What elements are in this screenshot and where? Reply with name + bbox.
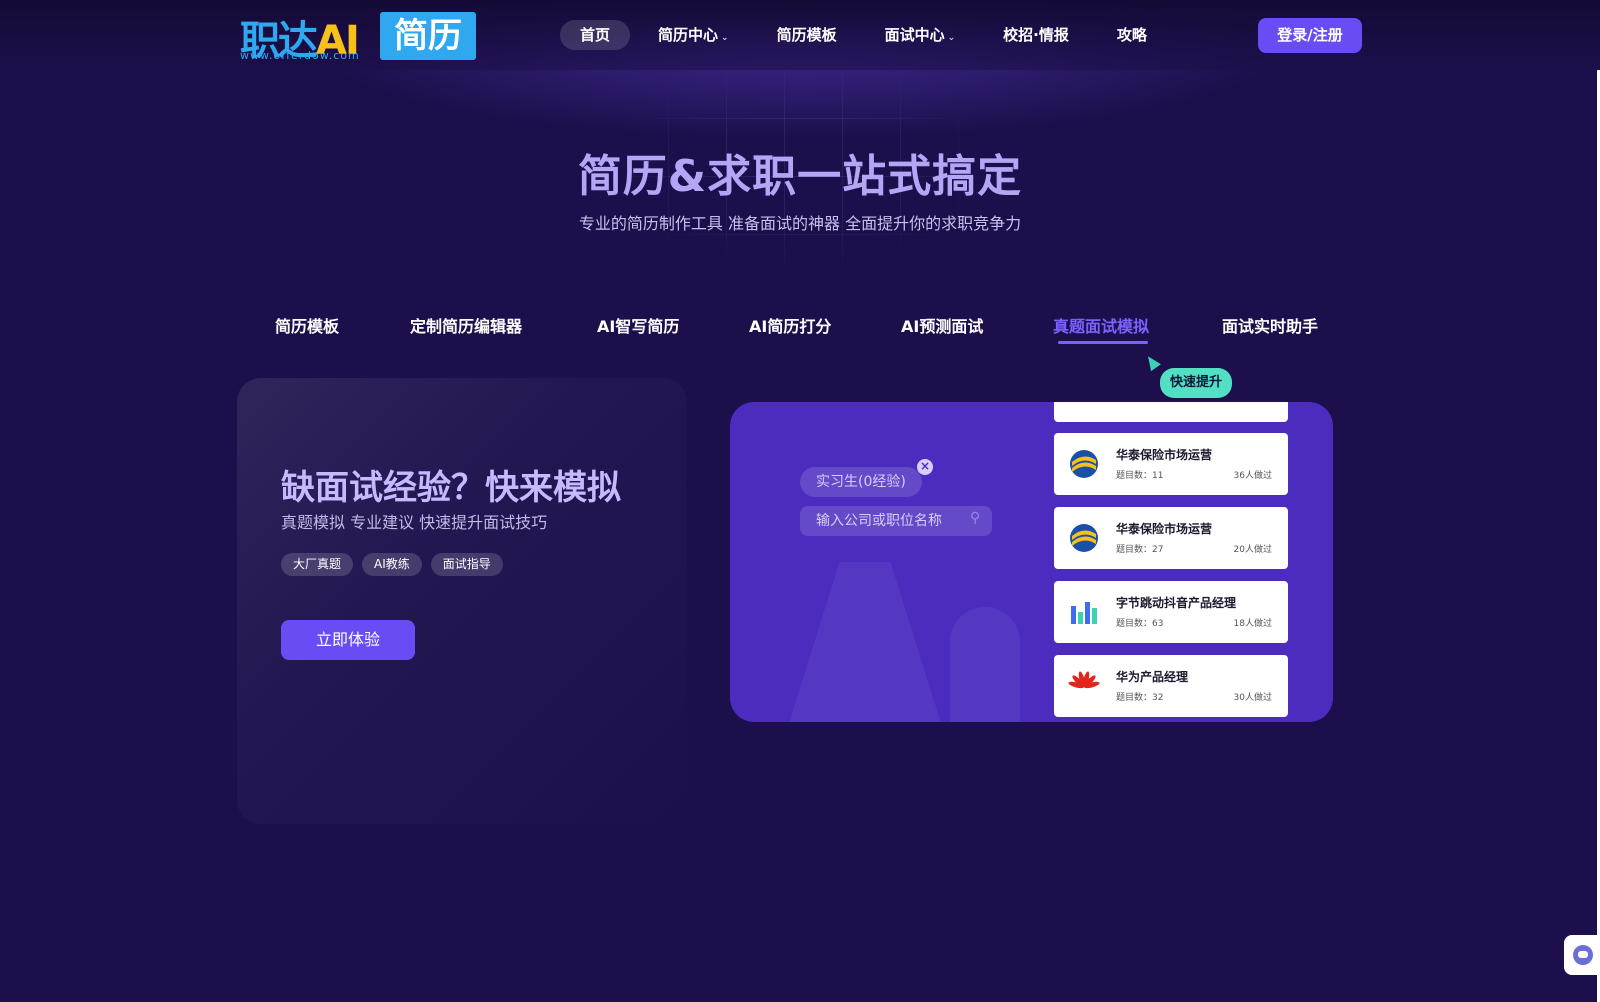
search-input: 输入公司或职位名称 [800, 506, 992, 536]
hero-subtitle: 专业的简历制作工具 准备面试的神器 全面提升你的求职竞争力 [578, 214, 1022, 233]
done-count: 36人做过 [1233, 471, 1272, 481]
tip-badge: 快速提升 [1160, 368, 1232, 398]
chevron-down-icon: ⌄ [947, 33, 956, 43]
feature-card-subtitle: 真题模拟 专业建议 快速提升面试技巧 [281, 513, 548, 532]
done-count: 20人做过 [1233, 545, 1272, 555]
logo-url: www.offerdow.com [240, 49, 360, 62]
hero-title: 简历&求职一站式搞定 [577, 151, 1023, 202]
decorative-a-shape [780, 562, 950, 722]
customer-service-button[interactable] [1564, 935, 1600, 975]
nav-item-resume-center[interactable]: 简历中心 ⌄ [638, 20, 749, 50]
chat-bot-icon [1573, 945, 1593, 965]
job-card: 字节跳动抖音产品经理 题目数：63 18人做过 [1054, 581, 1288, 643]
main-nav: 首页 简历中心 ⌄ 简历模板 面试中心 ⌄ 校招·情报 攻略 [560, 20, 1167, 50]
decorative-i-shape [950, 607, 1020, 722]
done-count: 18人做过 [1233, 619, 1272, 629]
feature-chips: 大厂真题 AI教练 面试指导 [281, 553, 503, 576]
huatai-logo-icon [1070, 450, 1098, 478]
nav-item-label: 校招·情报 [1003, 26, 1069, 44]
tab-ai-interview-predict[interactable]: AI预测面试 [901, 313, 983, 337]
close-icon: × [917, 459, 933, 475]
active-tab-underline [1058, 341, 1148, 344]
job-title: 华为产品经理 [1116, 670, 1189, 684]
nav-item-label: 面试中心 [884, 26, 945, 44]
job-title: 字节跳动抖音产品经理 [1116, 596, 1237, 610]
nav-item-guides[interactable]: 攻略 [1097, 20, 1167, 50]
nav-item-label: 简历模板 [776, 26, 837, 44]
nav-item-label: 简历中心 [658, 26, 719, 44]
mock-interview-preview: 实习生(0经验) × 输入公司或职位名称 ⚲ 华泰保险市场运营 题目数：11 3… [730, 402, 1333, 722]
login-register-button[interactable]: 登录/注册 [1258, 18, 1362, 53]
tab-ai-scoring[interactable]: AI简历打分 [749, 313, 831, 337]
chevron-down-icon: ⌄ [721, 33, 729, 43]
nav-item-interview-center[interactable]: 面试中心 ⌄ [865, 20, 976, 50]
feature-tabs: 简历模板 定制简历编辑器 AI智写简历 AI简历打分 AI预测面试 真题面试模拟… [240, 313, 1360, 353]
top-navbar: 职达AI 简历 www.offerdow.com 首页 简历中心 ⌄ 简历模板 面… [0, 0, 1600, 70]
job-card: 华泰保险市场运营 题目数：27 20人做过 [1054, 507, 1288, 569]
job-card: 华泰保险市场运营 题目数：11 36人做过 [1054, 433, 1288, 495]
nav-item-resume-templates[interactable]: 简历模板 [757, 20, 857, 50]
done-count: 30人做过 [1233, 693, 1272, 703]
huawei-logo-icon [1068, 671, 1100, 689]
feature-card-title: 缺面试经验？快来模拟 [281, 468, 621, 508]
question-count: 题目数：11 [1116, 471, 1164, 481]
tab-custom-editor[interactable]: 定制简历编辑器 [410, 313, 522, 337]
job-title: 华泰保险市场运营 [1116, 522, 1213, 536]
tab-resume-templates[interactable]: 简历模板 [275, 313, 339, 337]
tab-ai-writer[interactable]: AI智写简历 [597, 313, 679, 337]
question-count: 题目数：27 [1116, 545, 1164, 555]
feature-chip: AI教练 [362, 553, 422, 576]
bytedance-logo-icon [1071, 602, 1097, 624]
nav-item-label: 首页 [580, 26, 611, 44]
site-logo[interactable]: 职达AI 简历 www.offerdow.com [240, 8, 480, 64]
logo-box: 简历 [380, 12, 476, 60]
tab-mock-interview[interactable]: 真题面试模拟 [1053, 313, 1149, 337]
feature-chip: 大厂真题 [281, 553, 354, 576]
nav-item-home[interactable]: 首页 [560, 20, 631, 50]
question-count: 题目数：63 [1116, 619, 1164, 629]
huatai-logo-icon [1070, 524, 1098, 552]
feature-card [237, 378, 687, 824]
tab-realtime-assistant[interactable]: 面试实时助手 [1222, 313, 1318, 337]
cursor-pointer-icon [1143, 352, 1161, 372]
filter-chip: 实习生(0经验) [800, 467, 922, 497]
job-card-partial [1054, 402, 1288, 422]
feature-chip: 面试指导 [430, 553, 503, 576]
nav-item-label: 攻略 [1116, 26, 1147, 44]
try-now-button[interactable]: 立即体验 [281, 620, 415, 660]
search-icon: ⚲ [970, 510, 981, 526]
job-title: 华泰保险市场运营 [1116, 448, 1213, 462]
question-count: 题目数：32 [1116, 693, 1164, 703]
nav-item-campus-news[interactable]: 校招·情报 [983, 20, 1089, 50]
job-card: 华为产品经理 题目数：32 30人做过 [1054, 655, 1288, 717]
